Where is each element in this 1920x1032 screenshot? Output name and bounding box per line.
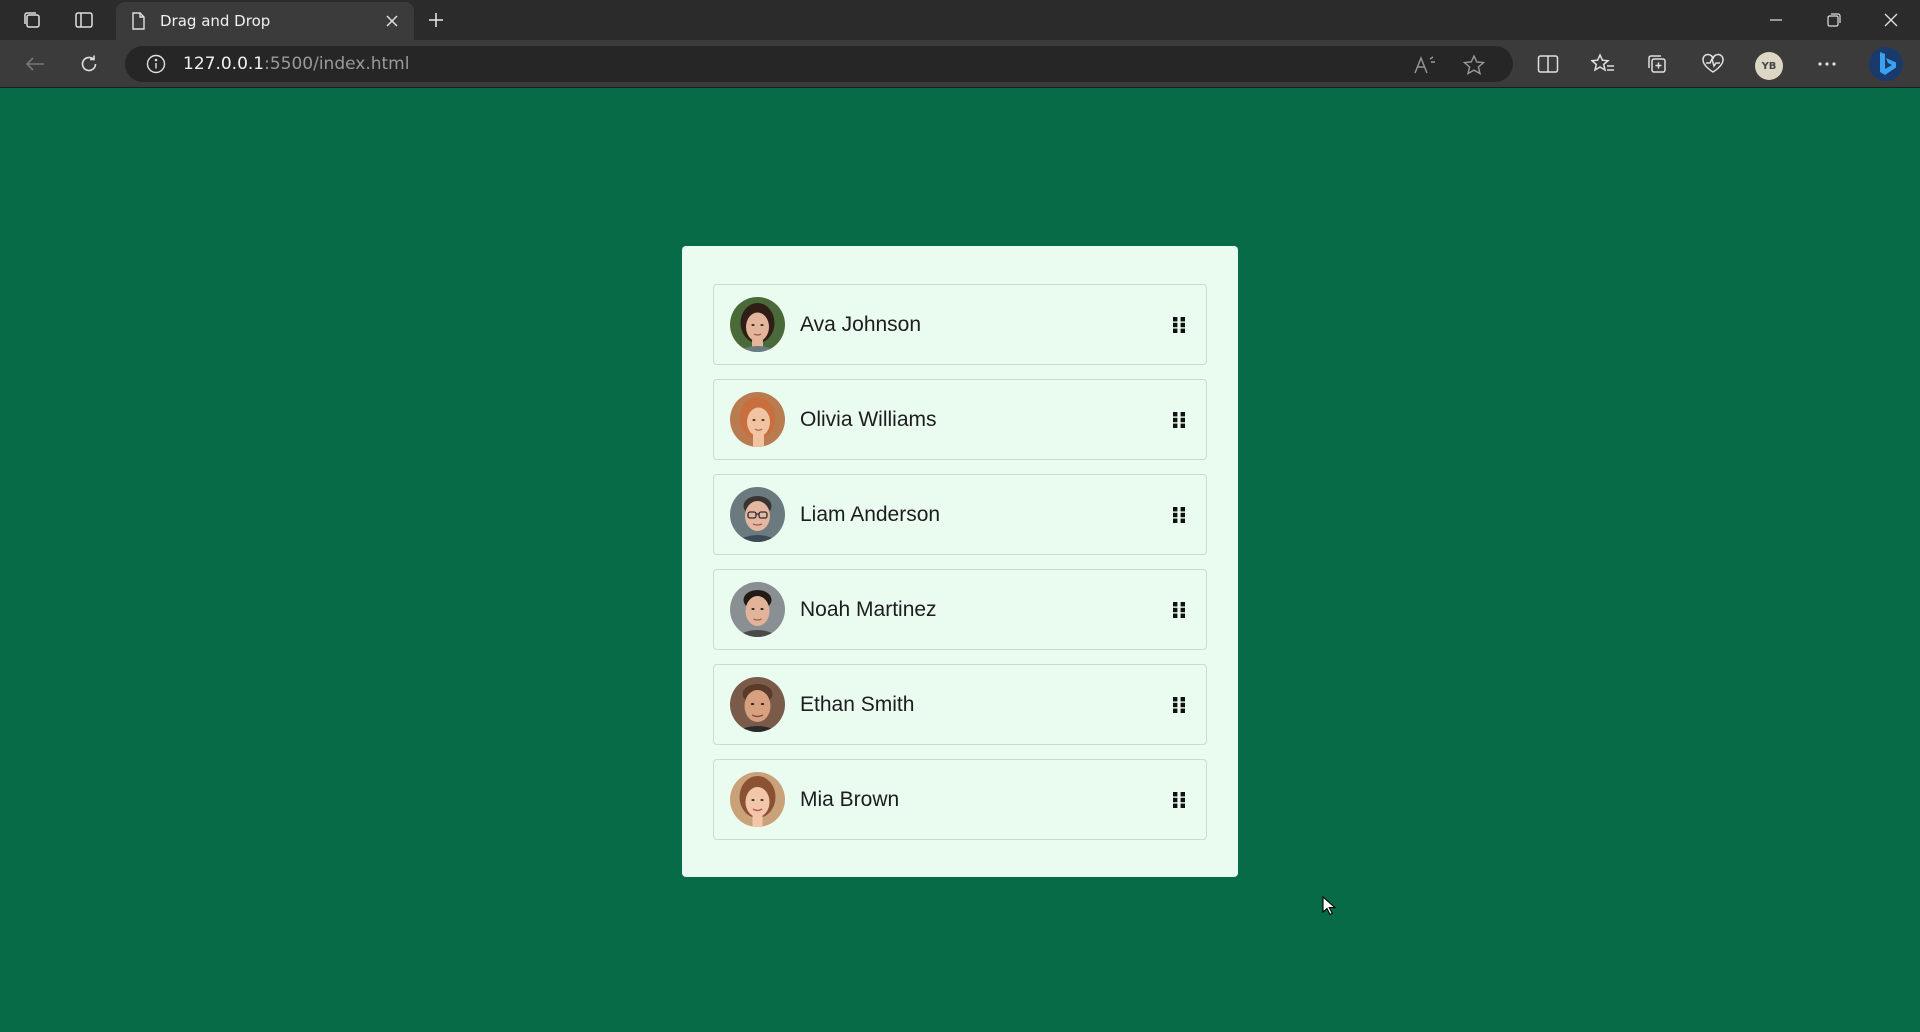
drag-handle-icon[interactable] <box>1167 503 1191 527</box>
list-item[interactable]: Ethan Smith <box>713 664 1207 745</box>
browser-titlebar: Drag and Drop <box>0 0 1920 40</box>
collections-icon[interactable] <box>1640 48 1674 80</box>
draggable-list: Ava Johnson Olivia Williams Liam Anderso… <box>713 284 1207 840</box>
browser-tab[interactable]: Drag and Drop <box>116 2 414 40</box>
refresh-icon[interactable] <box>72 48 106 80</box>
url-host: 127.0.0.1 <box>183 54 265 74</box>
item-name: Ava Johnson <box>800 312 922 336</box>
list-item[interactable]: Ava Johnson <box>713 284 1207 365</box>
avatar <box>730 582 785 637</box>
address-bar[interactable]: 127.0.0.1:5500/index.html <box>125 46 1513 82</box>
page-viewport: Ava Johnson Olivia Williams Liam Anderso… <box>0 89 1920 1032</box>
avatar <box>730 677 785 732</box>
drag-handle-icon[interactable] <box>1167 408 1191 432</box>
drag-handle-icon[interactable] <box>1167 693 1191 717</box>
close-tab-icon[interactable] <box>382 11 402 31</box>
tab-title: Drag and Drop <box>160 12 271 30</box>
list-item[interactable]: Olivia Williams <box>713 379 1207 460</box>
url-path: :5500/index.html <box>264 54 410 74</box>
back-icon[interactable] <box>18 48 52 80</box>
split-screen-icon[interactable] <box>1531 48 1565 80</box>
item-name: Liam Anderson <box>800 502 941 526</box>
item-name: Mia Brown <box>800 787 900 811</box>
avatar <box>730 487 785 542</box>
workspaces-icon[interactable] <box>6 0 58 40</box>
browser-essentials-icon[interactable] <box>1696 48 1730 80</box>
profile-avatar[interactable]: YB <box>1755 52 1783 80</box>
drag-handle-icon[interactable] <box>1167 598 1191 622</box>
tab-actions-icon[interactable] <box>58 0 110 40</box>
browser-toolbar: 127.0.0.1:5500/index.html YB <box>0 40 1920 88</box>
close-window-icon[interactable] <box>1862 0 1920 40</box>
copilot-icon[interactable] <box>1866 45 1906 83</box>
avatar <box>730 772 785 827</box>
favorite-star-icon[interactable] <box>1462 53 1486 77</box>
item-name: Olivia Williams <box>800 407 937 431</box>
list-item[interactable]: Liam Anderson <box>713 474 1207 555</box>
drag-handle-icon[interactable] <box>1167 313 1191 337</box>
avatar <box>730 392 785 447</box>
read-aloud-icon[interactable] <box>1413 53 1437 77</box>
more-options-icon[interactable] <box>1810 48 1844 80</box>
restore-icon[interactable] <box>1805 0 1863 40</box>
site-info-icon[interactable] <box>145 53 167 75</box>
new-tab-icon[interactable] <box>422 6 450 34</box>
drag-list-card: Ava Johnson Olivia Williams Liam Anderso… <box>682 246 1238 877</box>
list-item[interactable]: Mia Brown <box>713 759 1207 840</box>
item-name: Noah Martinez <box>800 597 937 621</box>
url-text: 127.0.0.1:5500/index.html <box>183 54 409 74</box>
list-item[interactable]: Noah Martinez <box>713 569 1207 650</box>
drag-handle-icon[interactable] <box>1167 788 1191 812</box>
favorites-icon[interactable] <box>1586 48 1620 80</box>
mouse-cursor-icon <box>1322 895 1337 916</box>
avatar <box>730 297 785 352</box>
minimize-icon[interactable] <box>1747 0 1805 40</box>
page-icon <box>130 12 146 30</box>
item-name: Ethan Smith <box>800 692 915 716</box>
